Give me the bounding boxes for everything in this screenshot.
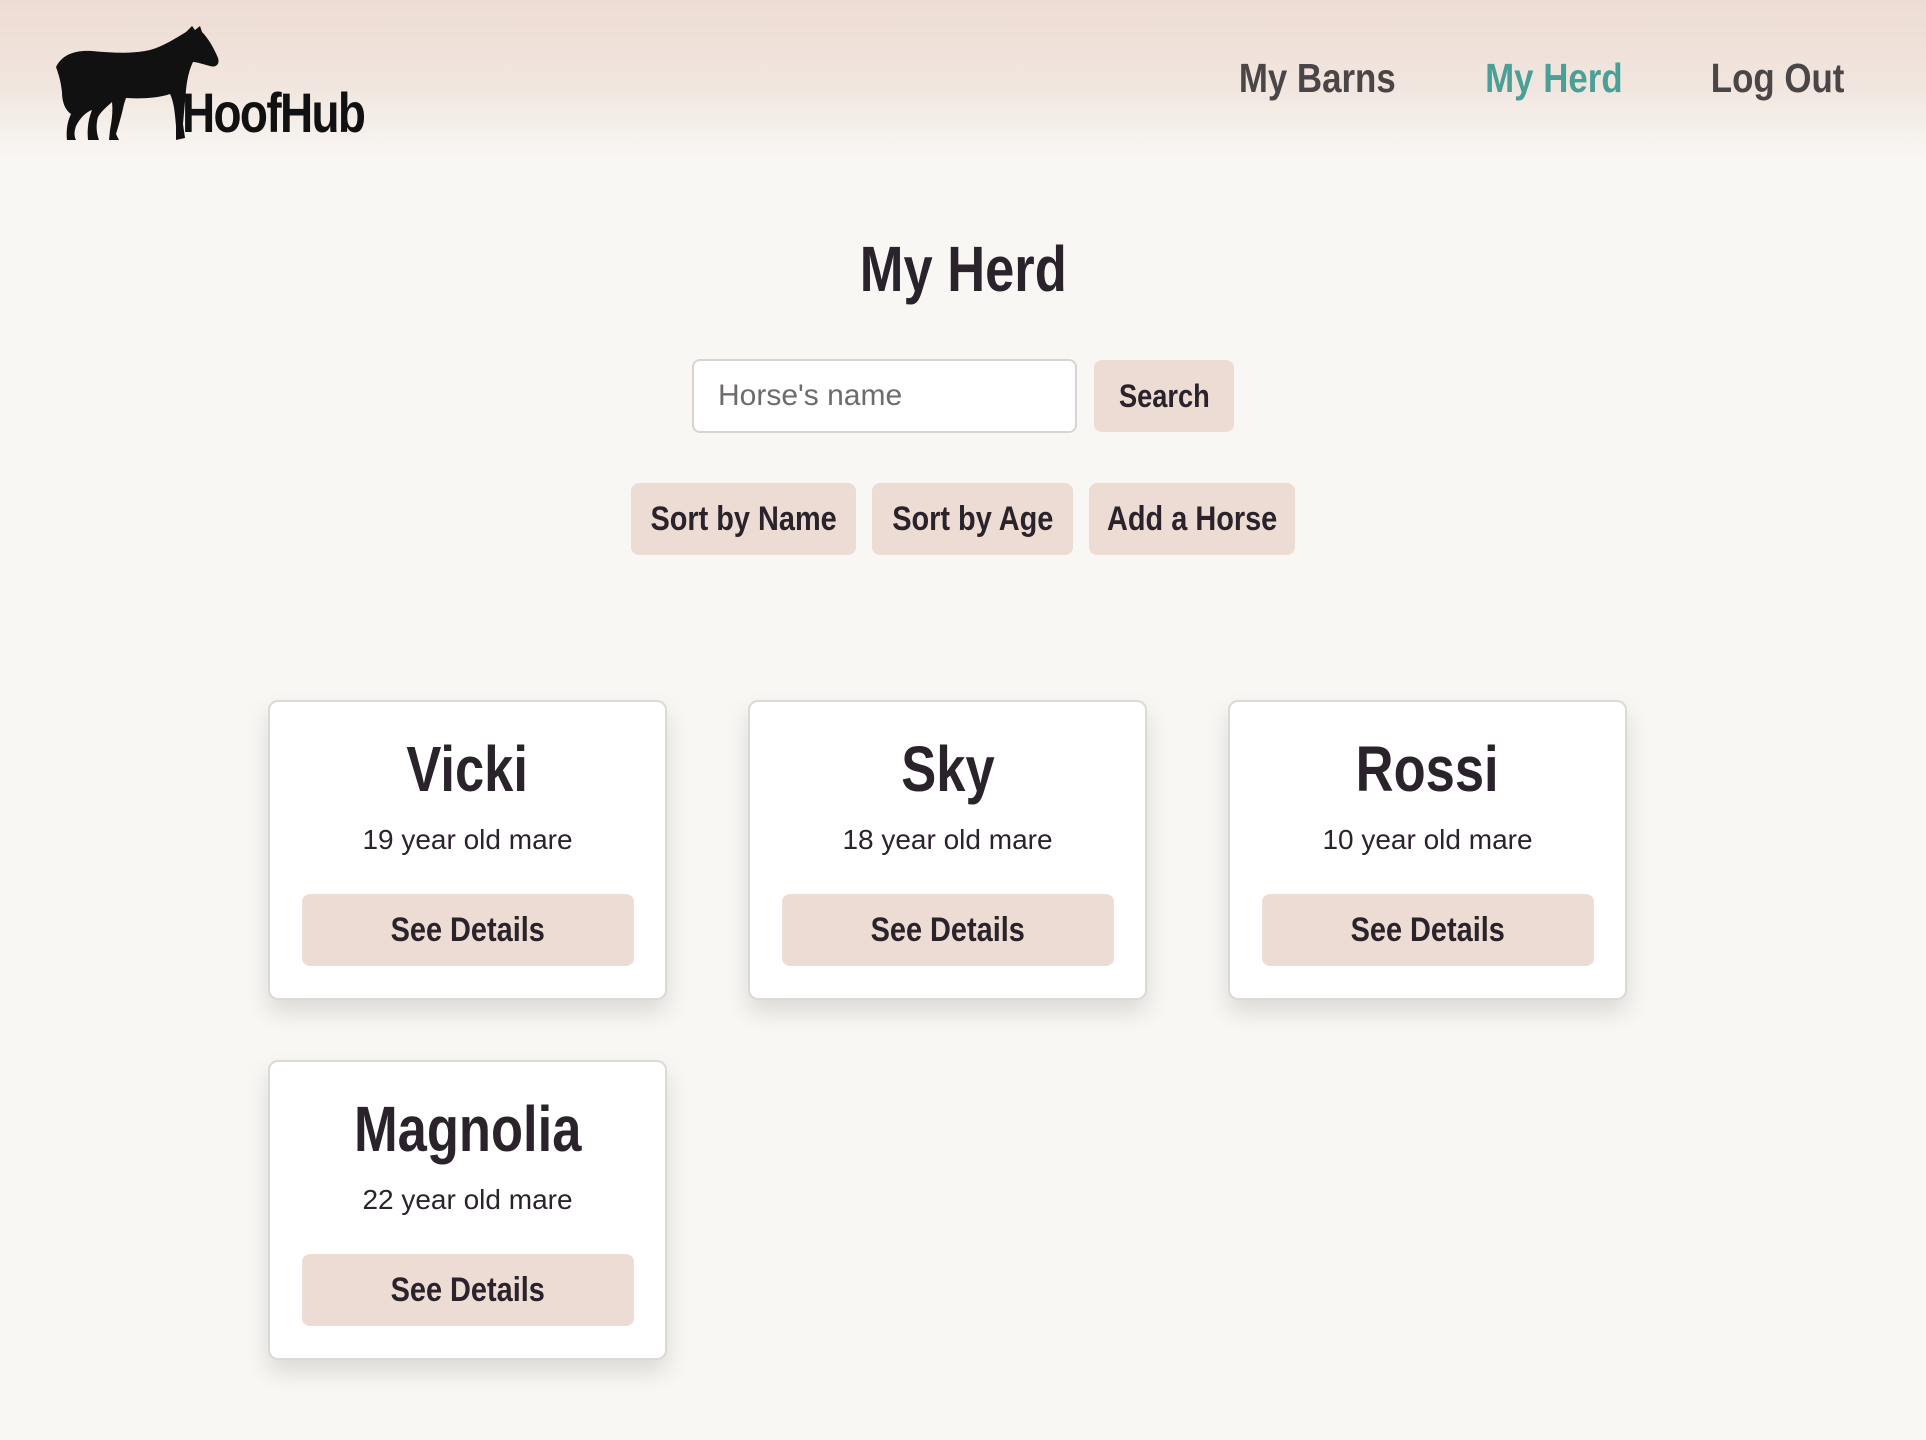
see-details-button[interactable]: See Details bbox=[782, 894, 1114, 966]
top-header: HoofHub My Barns My Herd Log Out bbox=[0, 0, 1926, 160]
horse-description: 18 year old mare bbox=[842, 824, 1053, 855]
horse-description: 10 year old mare bbox=[1322, 824, 1533, 855]
main-nav: My Barns My Herd Log Out bbox=[1225, 55, 1856, 102]
horse-name-text: Sky bbox=[900, 733, 995, 805]
see-details-label: See Details bbox=[870, 910, 1026, 949]
horse-card: Vicki 19 year old mare See Details bbox=[268, 700, 667, 1000]
nav-log-out[interactable]: Log Out bbox=[1711, 55, 1845, 102]
horse-name-search-input[interactable] bbox=[692, 359, 1077, 433]
page-title-text: My Herd bbox=[859, 233, 1067, 305]
see-details-label: See Details bbox=[390, 1270, 546, 1309]
see-details-button[interactable]: See Details bbox=[302, 894, 634, 966]
horse-card-grid: Vicki 19 year old mare See Details Sky 1… bbox=[268, 700, 1628, 1360]
page-title: My Herd bbox=[0, 232, 1926, 306]
see-details-button[interactable]: See Details bbox=[302, 1254, 634, 1326]
search-bar: Search bbox=[692, 359, 1234, 433]
horse-name-text: Vicki bbox=[406, 733, 529, 805]
nav-my-barns[interactable]: My Barns bbox=[1238, 55, 1395, 102]
herd-actions: Sort by Name Sort by Age Add a Horse bbox=[631, 483, 1295, 555]
sort-by-age-button[interactable]: Sort by Age bbox=[872, 483, 1073, 555]
horse-card: Magnolia 22 year old mare See Details bbox=[268, 1060, 667, 1360]
horse-name: Sky bbox=[750, 732, 1145, 806]
horse-name: Vicki bbox=[270, 732, 665, 806]
add-horse-button[interactable]: Add a Horse bbox=[1089, 483, 1295, 555]
horse-name-text: Magnolia bbox=[353, 1093, 582, 1165]
logo-wordmark: HoofHub bbox=[182, 81, 366, 144]
see-details-button[interactable]: See Details bbox=[1262, 894, 1594, 966]
horse-card: Sky 18 year old mare See Details bbox=[748, 700, 1147, 1000]
nav-my-herd[interactable]: My Herd bbox=[1485, 55, 1623, 102]
search-button-label: Search bbox=[1118, 377, 1210, 414]
horse-name: Rossi bbox=[1230, 732, 1625, 806]
horse-name-text: Rossi bbox=[1356, 733, 1499, 805]
horse-description: 19 year old mare bbox=[362, 824, 573, 855]
horse-card: Rossi 10 year old mare See Details bbox=[1228, 700, 1627, 1000]
horse-name: Magnolia bbox=[270, 1092, 665, 1166]
sort-by-age-label: Sort by Age bbox=[891, 499, 1054, 538]
see-details-label: See Details bbox=[390, 910, 546, 949]
horse-description: 22 year old mare bbox=[362, 1184, 573, 1215]
search-button[interactable]: Search bbox=[1094, 360, 1234, 432]
hoofhub-logo[interactable]: HoofHub bbox=[52, 22, 372, 147]
sort-by-name-label: Sort by Name bbox=[650, 499, 837, 538]
see-details-label: See Details bbox=[1350, 910, 1506, 949]
add-horse-label: Add a Horse bbox=[1106, 499, 1278, 538]
sort-by-name-button[interactable]: Sort by Name bbox=[631, 483, 856, 555]
